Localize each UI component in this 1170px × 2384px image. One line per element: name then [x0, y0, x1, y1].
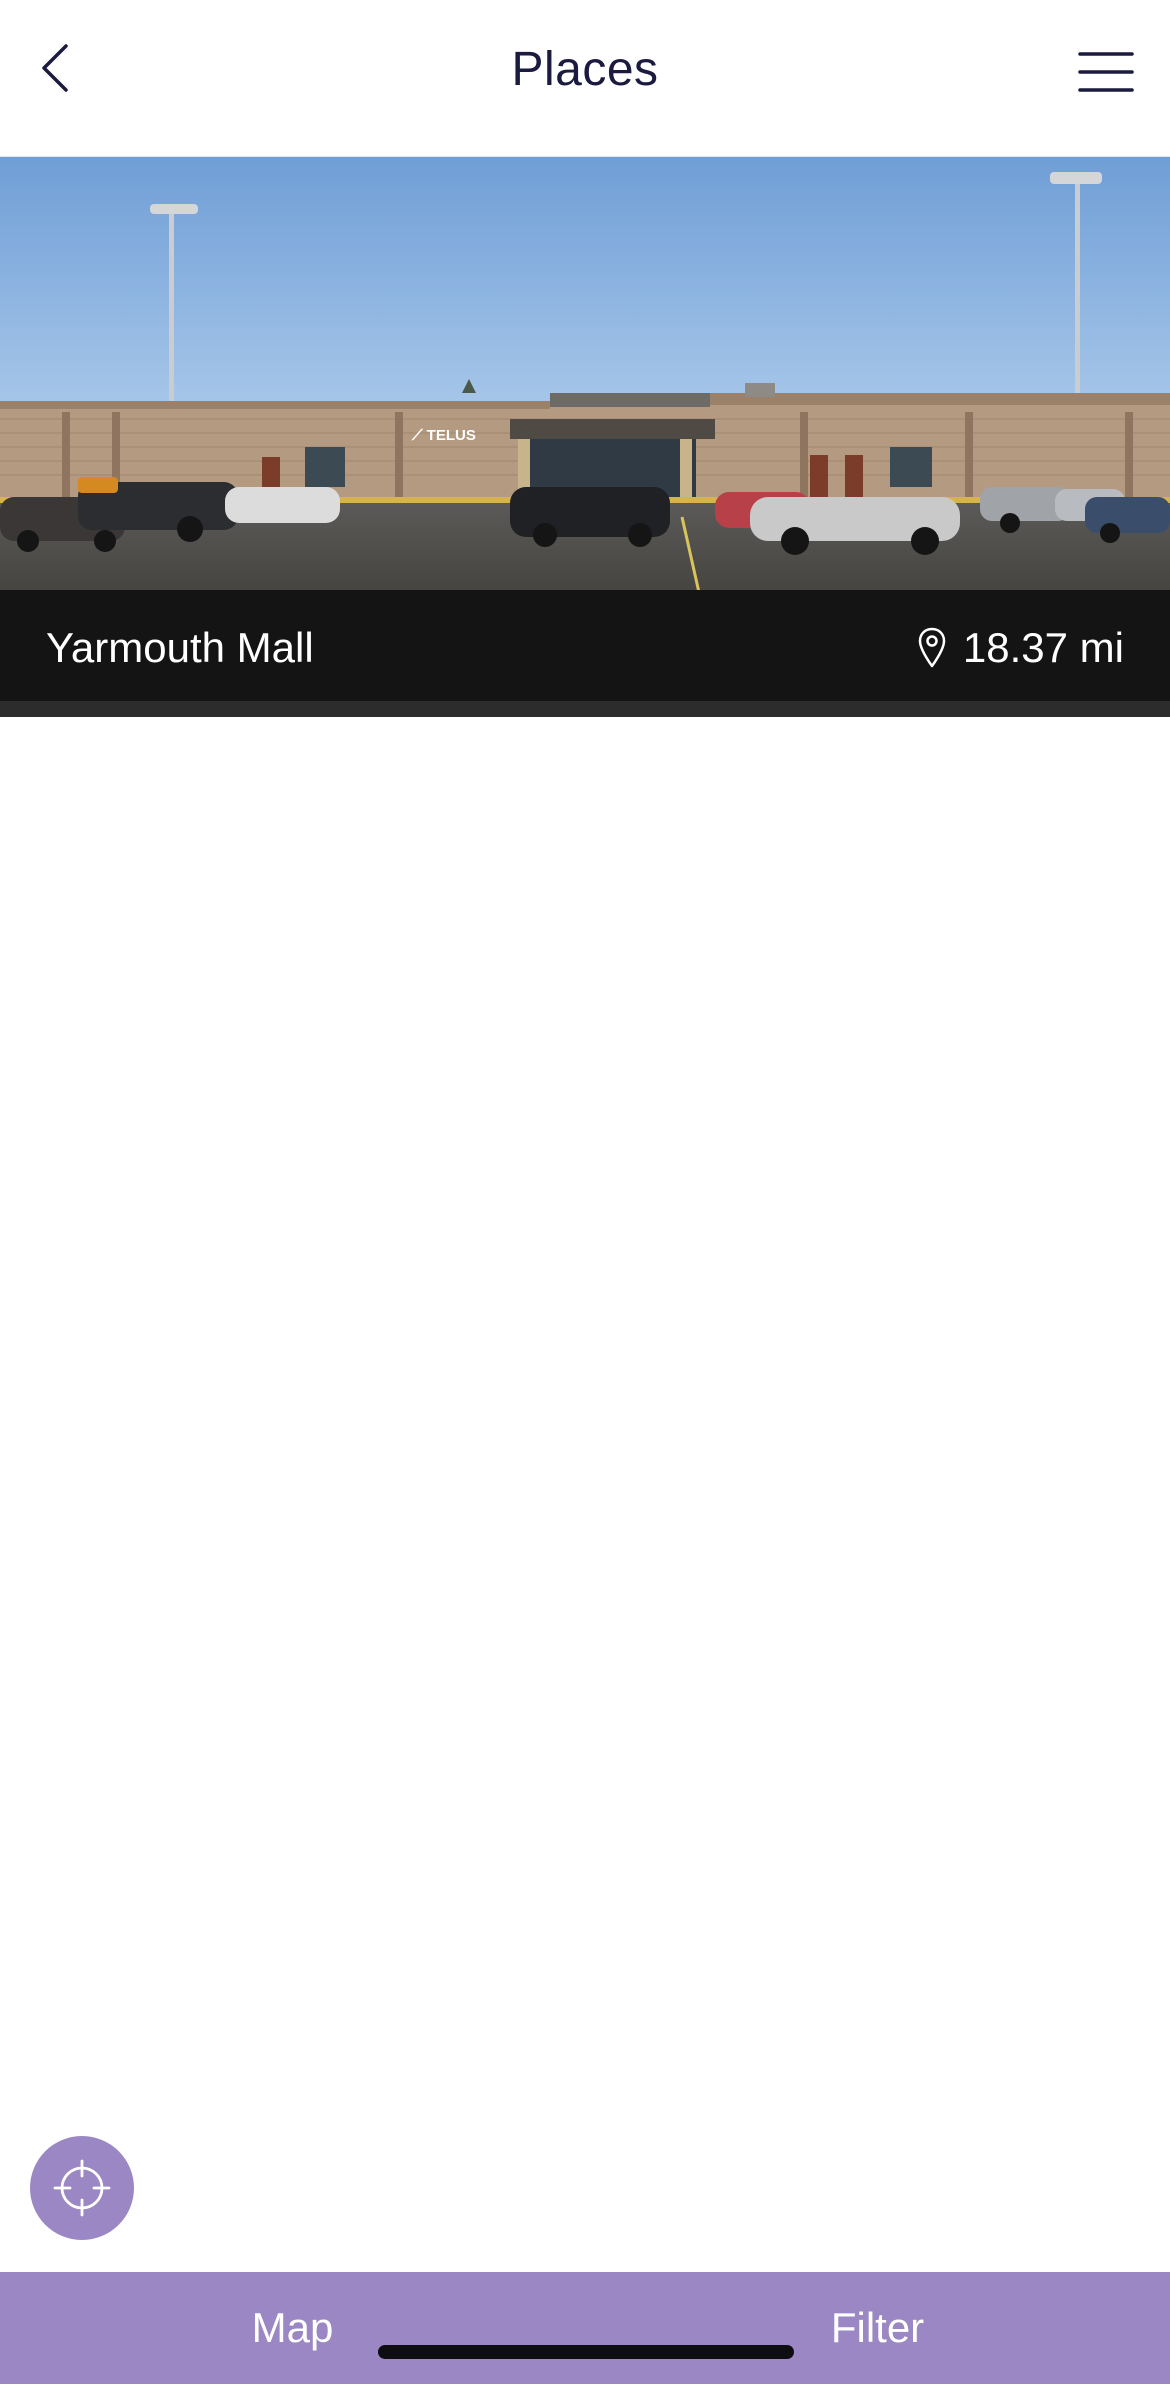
distance-value: 18.37 mi [962, 624, 1124, 671]
location-pin-icon [918, 627, 946, 668]
top-nav-bar: Places [0, 0, 1170, 157]
filter-button[interactable]: Filter [585, 2272, 1170, 2384]
place-distance: 18.37 mi [917, 624, 1124, 672]
place-caption: Yarmouth Mall 18.37 mi [0, 590, 1170, 717]
bottom-action-bar: Map Filter [0, 2272, 1170, 2384]
hamburger-menu-icon [1078, 52, 1134, 92]
map-button[interactable]: Map [0, 2272, 585, 2384]
svg-text:⟋ TELUS: ⟋ TELUS [411, 427, 476, 444]
caption-divider [0, 701, 1170, 717]
page-title: Places [511, 43, 659, 96]
crosshair-icon [53, 2159, 111, 2217]
home-indicator [378, 2345, 794, 2359]
menu-button[interactable] [1070, 40, 1142, 104]
locate-me-button[interactable] [30, 2136, 134, 2240]
place-card[interactable]: ⟋ TELUS Yarmouth Mall 18.37 mi [0, 157, 1170, 717]
place-name: Yarmouth Mall [46, 624, 314, 671]
place-photo: ⟋ TELUS [0, 157, 1170, 597]
